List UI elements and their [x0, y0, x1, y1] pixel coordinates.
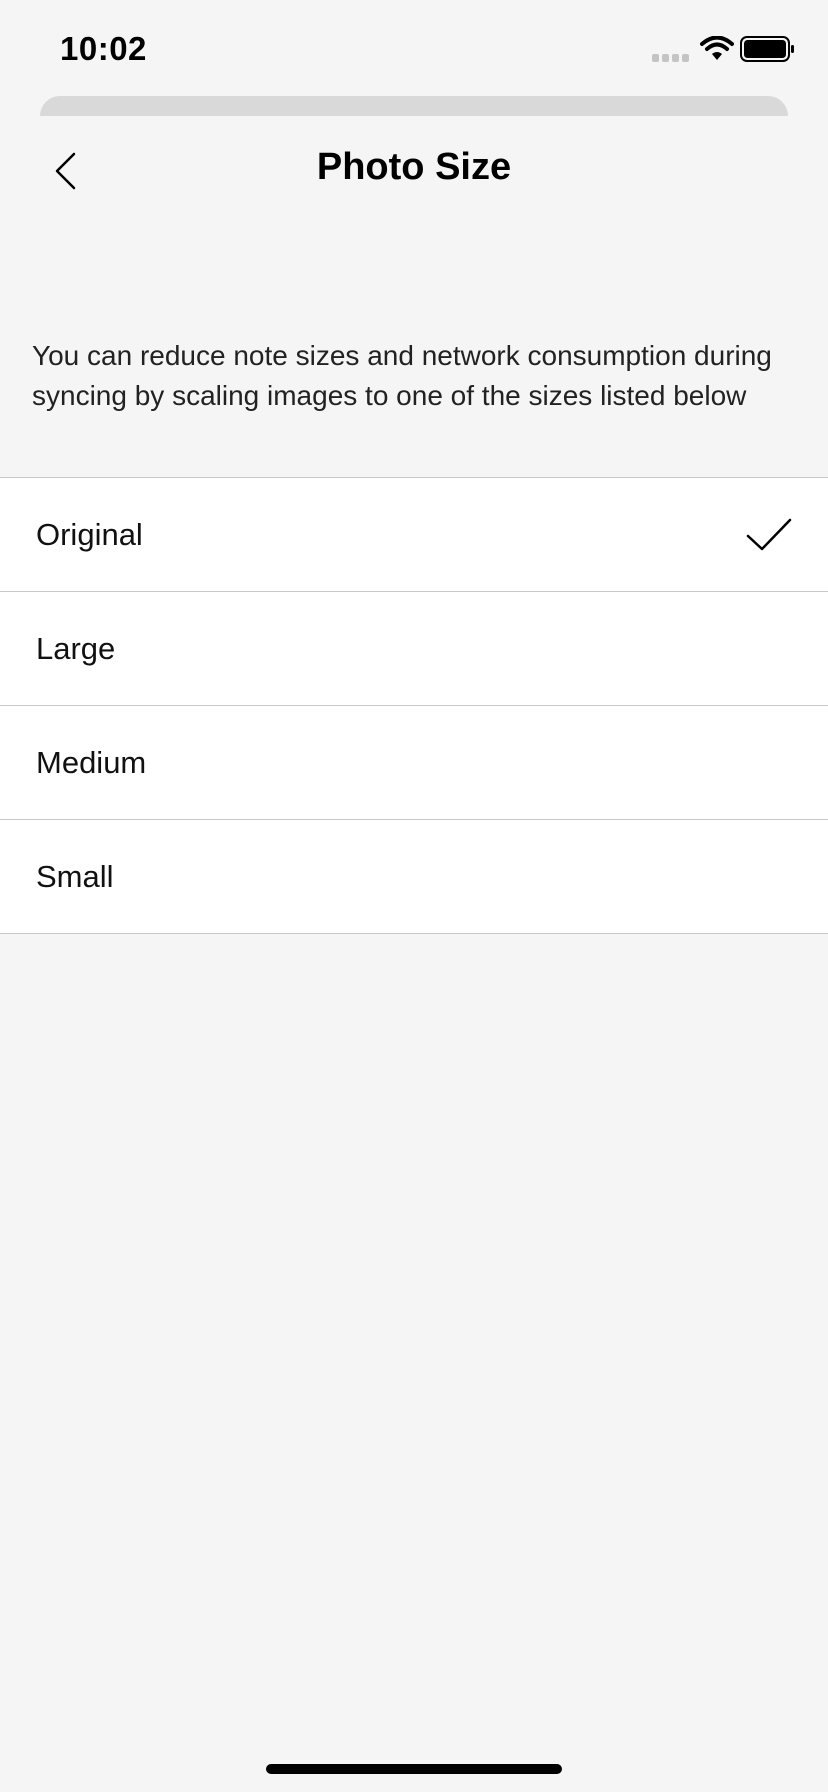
photo-size-screen: 10:02 Photo Size You can reduce note siz…: [0, 0, 828, 1792]
status-time: 10:02: [60, 30, 147, 67]
sheet-grabber: [40, 96, 788, 116]
battery-icon: [740, 36, 794, 62]
option-small[interactable]: Small: [0, 820, 828, 934]
navigation-bar: Photo Size: [0, 116, 828, 226]
status-bar: 10:02: [0, 0, 828, 96]
option-label: Large: [36, 630, 116, 666]
cellular-signal-icon: [652, 54, 689, 62]
home-indicator[interactable]: [266, 1764, 562, 1774]
photo-size-options-list: Original Large Medium Small: [0, 477, 828, 934]
option-medium[interactable]: Medium: [0, 706, 828, 820]
checkmark-icon: [746, 518, 792, 551]
option-label: Small: [36, 858, 114, 894]
option-label: Original: [36, 516, 143, 552]
option-large[interactable]: Large: [0, 592, 828, 706]
page-title: Photo Size: [316, 146, 512, 188]
description-text: You can reduce note sizes and network co…: [32, 340, 772, 411]
option-original[interactable]: Original: [0, 478, 828, 592]
wifi-icon: [700, 36, 734, 60]
option-label: Medium: [36, 744, 147, 780]
